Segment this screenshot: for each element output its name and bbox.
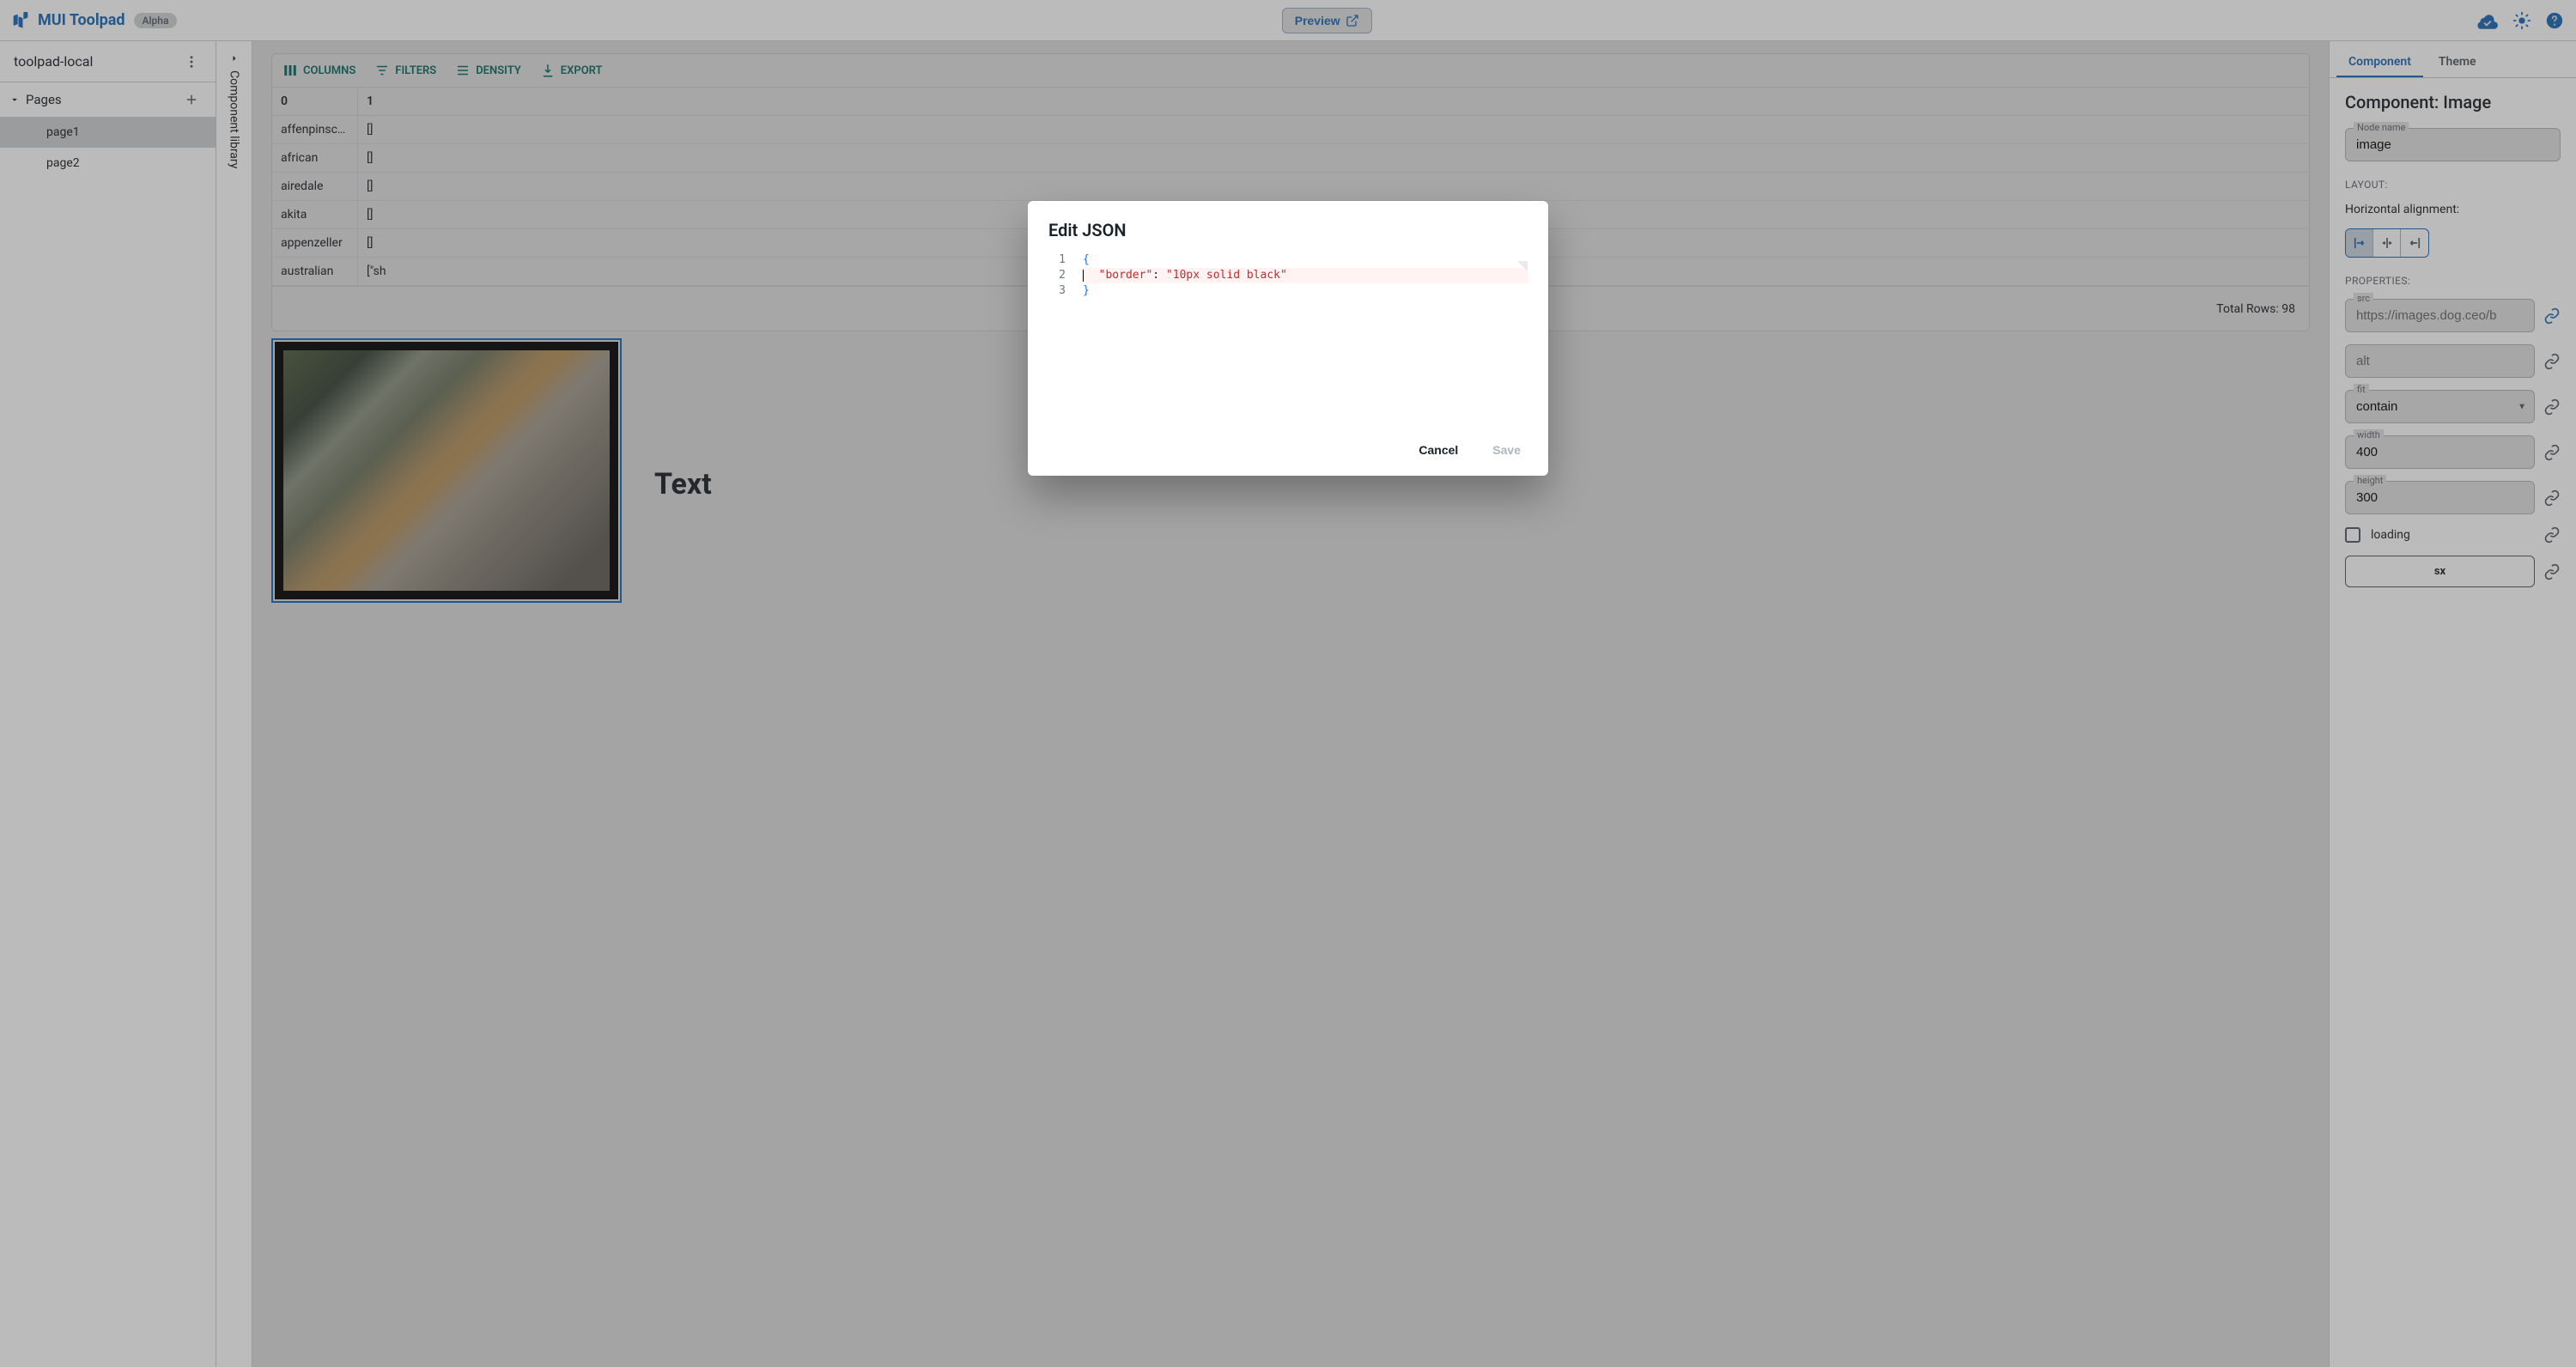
save-button[interactable]: Save [1485,438,1528,462]
code-sep: : [1152,269,1166,282]
editor-gutter: 123 [1048,252,1083,424]
json-editor[interactable]: 123 { "border": "10px solid black" } [1048,252,1528,424]
code-line-1: { [1083,253,1090,266]
code-key: "border" [1099,269,1153,282]
code-line-3: } [1083,284,1090,297]
modal-overlay[interactable]: Edit JSON 123 { "border": "10px solid bl… [0,0,2576,1367]
edit-json-dialog: Edit JSON 123 { "border": "10px solid bl… [1028,201,1548,476]
fold-marker [1517,261,1528,271]
editor-code[interactable]: { "border": "10px solid black" } [1083,252,1528,424]
dialog-title: Edit JSON [1048,220,1528,240]
cancel-button[interactable]: Cancel [1412,438,1465,462]
code-val: "10px solid black" [1166,269,1287,282]
